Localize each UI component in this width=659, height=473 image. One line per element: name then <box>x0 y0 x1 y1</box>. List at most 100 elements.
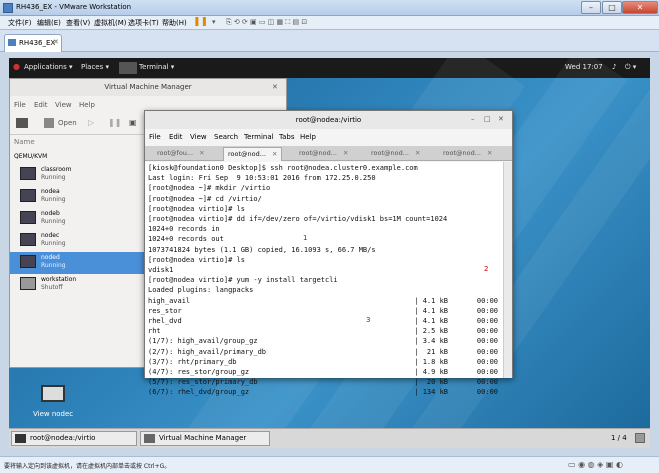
close-tab-icon[interactable]: ✕ <box>53 38 59 46</box>
vm-state: Running <box>41 174 66 181</box>
vm-name: workstation <box>41 276 77 283</box>
yum-row: (3/7): rht/primary_db | 1.8 kB 00:00 <box>148 357 503 367</box>
vm-name: nodeb <box>41 210 60 217</box>
status-text: 要将输入定向到该虚拟机，请在虚拟机内部单击或按 Ctrl+G。 <box>4 463 171 470</box>
term-tab-2[interactable]: root@nod... ✕ <box>223 147 283 161</box>
terminal-title: root@nodea:/virtio <box>145 111 512 129</box>
menu-vm[interactable]: 虚拟机(M) <box>94 18 127 28</box>
pause-icon[interactable]: ❚❚ <box>193 17 208 27</box>
vm-state: Running <box>41 240 66 247</box>
terminal-scrollbar[interactable] <box>503 162 512 378</box>
pause-vm-icon[interactable]: ❚❚ <box>108 118 121 127</box>
yum-name: (5/7): res_stor/primary_db <box>148 378 258 387</box>
vm-state: Shutoff <box>41 284 63 291</box>
vm-monitor-icon <box>20 255 36 268</box>
term-menu-tabs[interactable]: Tabs <box>279 133 295 141</box>
vm-row-nodea[interactable]: nodea Running <box>10 186 147 208</box>
dropdown-icon[interactable]: ▾ <box>212 18 216 26</box>
yum-time: 00:00 <box>476 337 498 346</box>
menu-edit[interactable]: 编辑(E) <box>37 18 61 28</box>
taskbar-terminal[interactable]: root@nodea:/virtio <box>11 431 137 446</box>
term-menu-file[interactable]: File <box>149 133 161 141</box>
vmware-title-bar: RH436_EX - VMware Workstation – □ ✕ <box>0 0 659 16</box>
shutdown-icon[interactable]: ▣ <box>129 118 137 127</box>
vmm-title: Virtual Machine Manager <box>10 79 286 96</box>
name-header: Name <box>14 138 35 146</box>
workspace-indicator[interactable] <box>635 433 645 443</box>
vmm-menu-help[interactable]: Help <box>79 101 95 109</box>
yum-row: rht | 2.5 kB 00:00 <box>148 326 503 336</box>
yum-name: (3/7): rht/primary_db <box>148 357 237 366</box>
terminal-output[interactable]: [kiosk@foundation0 Desktop]$ ssh root@no… <box>145 162 503 396</box>
applications-menu[interactable]: Applications ▾ <box>24 63 73 71</box>
term-tab-3[interactable]: root@nod... ✕ <box>299 147 348 161</box>
close-button[interactable]: ✕ <box>622 1 658 14</box>
yum-size: | 4.1 kB <box>414 306 448 315</box>
places-menu[interactable]: Places ▾ <box>81 63 109 71</box>
guest-screen[interactable]: ● Applications ▾ Places ▾ Terminal ▾ Wed… <box>9 58 650 448</box>
vmware-logo-icon <box>3 3 13 13</box>
terminal-line: [root@nodea virtio]# dd if=/dev/zero of=… <box>148 215 448 224</box>
monitor-icon[interactable] <box>41 385 65 402</box>
tab-label: RH436_EX <box>19 39 56 47</box>
open-button[interactable]: Open <box>58 119 77 127</box>
term-menu-edit[interactable]: Edit <box>169 133 183 141</box>
terminal-line: [root@nodea ~]# cd /virtio/ <box>148 194 262 203</box>
vmm-close-icon[interactable]: ✕ <box>272 83 278 91</box>
taskbar-vmm[interactable]: Virtual Machine Manager <box>140 431 270 446</box>
vm-row-nodeb[interactable]: nodeb Running <box>10 208 147 230</box>
term-menu-view[interactable]: View <box>190 133 207 141</box>
maximize-button[interactable]: □ <box>602 1 622 14</box>
vm-monitor-icon <box>20 211 36 224</box>
gnome-bottom-bar: root@nodea:/virtio Virtual Machine Manag… <box>9 428 650 448</box>
tab-rh436[interactable]: RH436_EX ✕ <box>4 34 62 52</box>
vmm-menu-file[interactable]: File <box>14 101 26 109</box>
terminal-line: [root@nodea ~]# mkdir /virtio <box>148 184 271 193</box>
term-maximize-icon[interactable]: □ <box>484 115 491 123</box>
terminal-line: 1024+0 records in <box>148 225 220 234</box>
term-tab-4[interactable]: root@nod... ✕ <box>371 147 420 161</box>
yum-name: (6/7): rhel_dvd/group_gz <box>148 388 250 397</box>
term-menu-terminal[interactable]: Terminal <box>244 133 274 141</box>
vm-row-workstation[interactable]: workstation Shutoff <box>10 274 147 296</box>
terminal-app-icon <box>119 62 137 74</box>
desktop-icon-label[interactable]: View nodec <box>33 410 73 418</box>
menu-tabs[interactable]: 选项卡(T) <box>128 18 159 28</box>
term-menu-help[interactable]: Help <box>300 133 316 141</box>
power-icon[interactable]: ⏻ ▾ <box>625 63 636 72</box>
yum-time: 00:00 <box>476 317 498 326</box>
term-tab-1[interactable]: root@fou... ✕ <box>157 147 205 161</box>
yum-output: high_avail | 4.1 kB 00:00 res_stor | 4.1 kB 0… <box>148 296 503 398</box>
vm-row-noded[interactable]: noded Running <box>10 252 147 274</box>
menu-view[interactable]: 查看(V) <box>66 18 90 28</box>
taskbar-label: Virtual Machine Manager <box>159 434 247 442</box>
term-tab-5[interactable]: root@nod... ✕ <box>443 147 492 161</box>
vm-row-classroom[interactable]: classroom Running <box>10 164 147 186</box>
term-minimize-icon[interactable]: – <box>471 115 475 123</box>
yum-time: 00:00 <box>476 388 498 397</box>
vm-name: noded <box>41 254 60 261</box>
vm-monitor-icon <box>20 277 36 290</box>
minimize-button[interactable]: – <box>581 1 601 14</box>
terminal-line: [kiosk@foundation0 Desktop]$ ssh root@no… <box>148 164 418 172</box>
terminal-app-menu[interactable]: Terminal ▾ <box>139 63 174 71</box>
workspace-pager[interactable]: 1 / 4 <box>611 434 627 442</box>
yum-time: 00:00 <box>476 296 498 305</box>
run-icon[interactable]: ▷ <box>88 118 94 127</box>
vm-monitor-icon <box>20 167 36 180</box>
vm-state: Running <box>41 262 66 269</box>
vmm-menu-view[interactable]: View <box>55 101 72 109</box>
toolbar-icons[interactable]: ⎘ ⟲ ⟳ ▣ ▭ ◫ ▦ ⛶ ▤ ⊡ <box>226 18 307 27</box>
device-icons[interactable]: ▭ ◉ ◍ ◈ ▣ ◐ <box>568 460 623 469</box>
vmm-menu-edit[interactable]: Edit <box>34 101 48 109</box>
terminal-line: [root@nodea virtio]# yum -y install targ… <box>148 276 338 285</box>
terminal-window[interactable]: root@nodea:/virtio – □ ✕ File Edit View … <box>144 110 513 396</box>
new-vm-icon[interactable] <box>16 118 28 128</box>
vm-row-nodec[interactable]: nodec Running <box>10 230 147 252</box>
yum-row: rhel_dvd | 4.1 kB 00:00 <box>148 316 503 326</box>
term-menu-search[interactable]: Search <box>214 133 238 141</box>
vm-name: nodea <box>41 188 60 195</box>
term-close-icon[interactable]: ✕ <box>498 115 504 123</box>
menu-help[interactable]: 帮助(H) <box>162 18 187 28</box>
menu-file[interactable]: 文件(F) <box>8 18 32 28</box>
